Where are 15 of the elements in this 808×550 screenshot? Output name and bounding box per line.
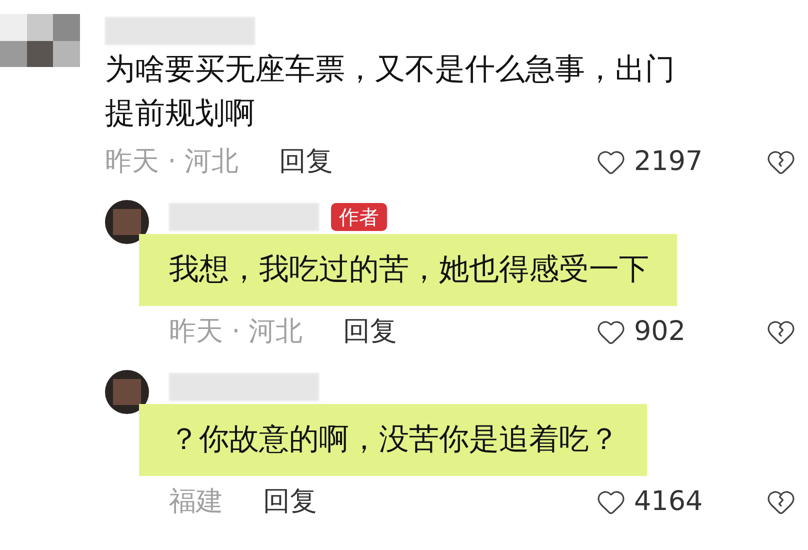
highlighted-comment-text: 我想，我吃过的苦，她也得感受一下 bbox=[139, 234, 677, 306]
reply-button[interactable]: 回复 bbox=[278, 142, 333, 182]
like-count: 2197 bbox=[634, 144, 703, 179]
reply-button[interactable]: 回复 bbox=[342, 312, 397, 352]
time-location: 昨天 · 河北 bbox=[169, 314, 303, 349]
comment-text: 为啥要买无座车票，又不是什么急事，出门提前规划啊 bbox=[105, 51, 676, 133]
time-location: 福建 bbox=[169, 484, 223, 519]
avatar[interactable] bbox=[105, 200, 149, 244]
author-badge: 作者 bbox=[331, 203, 387, 231]
reply-button[interactable]: 回复 bbox=[263, 482, 317, 522]
like-count: 4164 bbox=[634, 484, 703, 519]
like-count: 902 bbox=[634, 314, 686, 349]
avatar[interactable] bbox=[105, 370, 149, 414]
time-location: 昨天 · 河北 bbox=[105, 144, 239, 179]
highlighted-comment-text: ？你故意的啊，没苦你是追着吃？ bbox=[139, 404, 647, 476]
